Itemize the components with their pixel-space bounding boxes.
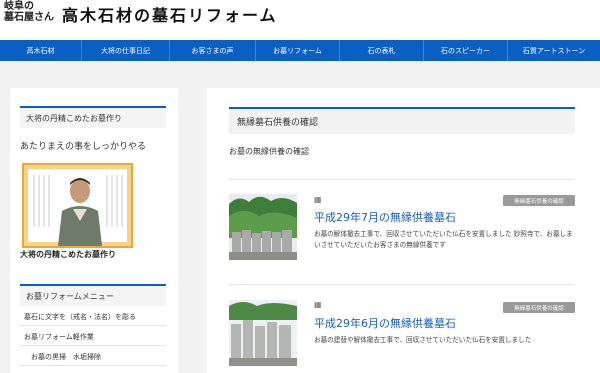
post-excerpt: お墓の解体撤去工事で、回収させていただいた仏石を安置しました 妙照寺で、お墓しま…: [314, 230, 573, 249]
post-thumbnail-image: [229, 300, 297, 366]
page-intro: お墓の無縁供養の確認: [229, 147, 309, 156]
category-badge[interactable]: 無縁墓石供養の確認: [503, 302, 575, 313]
nav-item-artstone[interactable]: 石質アートストーン: [508, 40, 600, 61]
profile-name[interactable]: 大将の丹精こめたお墓作り: [20, 249, 116, 260]
post-thumbnail[interactable]: [229, 300, 297, 366]
profile-caption: あたりまえの事をしっかりやる: [20, 142, 147, 152]
profile-widget-title: 大将の丹精こめたお墓作り: [20, 106, 166, 128]
site-title[interactable]: 高木石材の墓石リフォーム: [62, 2, 278, 26]
nav-item-testimonials[interactable]: お客さまの声: [170, 40, 256, 61]
menu-link-light-work[interactable]: お墓リフォーム軽作業: [20, 328, 166, 346]
brand-subtitle-line2: 墓石屋さん: [4, 12, 54, 23]
sidebar: 大将の丹精こめたお墓作り あたりまえの事をしっかりやる 大将の丹精こめたお墓作り…: [10, 88, 178, 373]
category-badge[interactable]: 無縁墓石供養の確認: [503, 195, 575, 206]
post-title[interactable]: 平成29年6月の無縁供養墓石: [314, 315, 456, 331]
menu-link-cleaning[interactable]: お墓の黒掃 水垢掃除: [20, 348, 166, 366]
divider: [229, 284, 575, 285]
profile-portrait-image: [33, 175, 123, 246]
nav-item-diary[interactable]: 大将の仕事日記: [82, 40, 170, 61]
post-thumbnail-image: [229, 194, 297, 260]
nav-item-nameplate[interactable]: 石の表札: [340, 40, 424, 61]
brand-subtitle-line1: 岐阜の: [4, 1, 34, 12]
nav-item-takagi[interactable]: 高木石材: [0, 40, 82, 61]
post-excerpt: お墓の建替や解体撤去工事で、回収させていただいた仏石を安置しました: [314, 336, 532, 344]
divider: [229, 179, 575, 180]
profile-photo[interactable]: [22, 163, 133, 248]
calendar-icon: ▦: [314, 300, 322, 309]
post-title[interactable]: 平成29年7月の無縁供養墓石: [314, 209, 456, 225]
nav-item-speaker[interactable]: 石のスピーカー: [424, 40, 508, 61]
main-content: 無縁墓石供養の確認 お墓の無縁供養の確認 ▦ 無縁墓石供養の確認 平成29年7月…: [207, 88, 600, 373]
menu-link-engraving[interactable]: 墓石に文字を（戒名・法名）を彫る: [20, 308, 166, 326]
nav-item-reform[interactable]: お墓リフォーム: [256, 40, 340, 61]
brand-subtitle[interactable]: 岐阜の 墓石屋さん: [4, 1, 54, 23]
post-thumbnail[interactable]: [229, 194, 297, 260]
page-title: 無縁墓石供養の確認: [229, 107, 575, 134]
main-nav: 高木石材 大将の仕事日記 お客さまの声 お墓リフォーム 石の表札 石のスピーカー…: [0, 40, 600, 61]
site-header: 岐阜の 墓石屋さん 高木石材の墓石リフォーム: [0, 0, 600, 40]
menu-widget-title: お墓リフォームメニュー: [20, 284, 166, 306]
calendar-icon: ▦: [314, 195, 322, 204]
